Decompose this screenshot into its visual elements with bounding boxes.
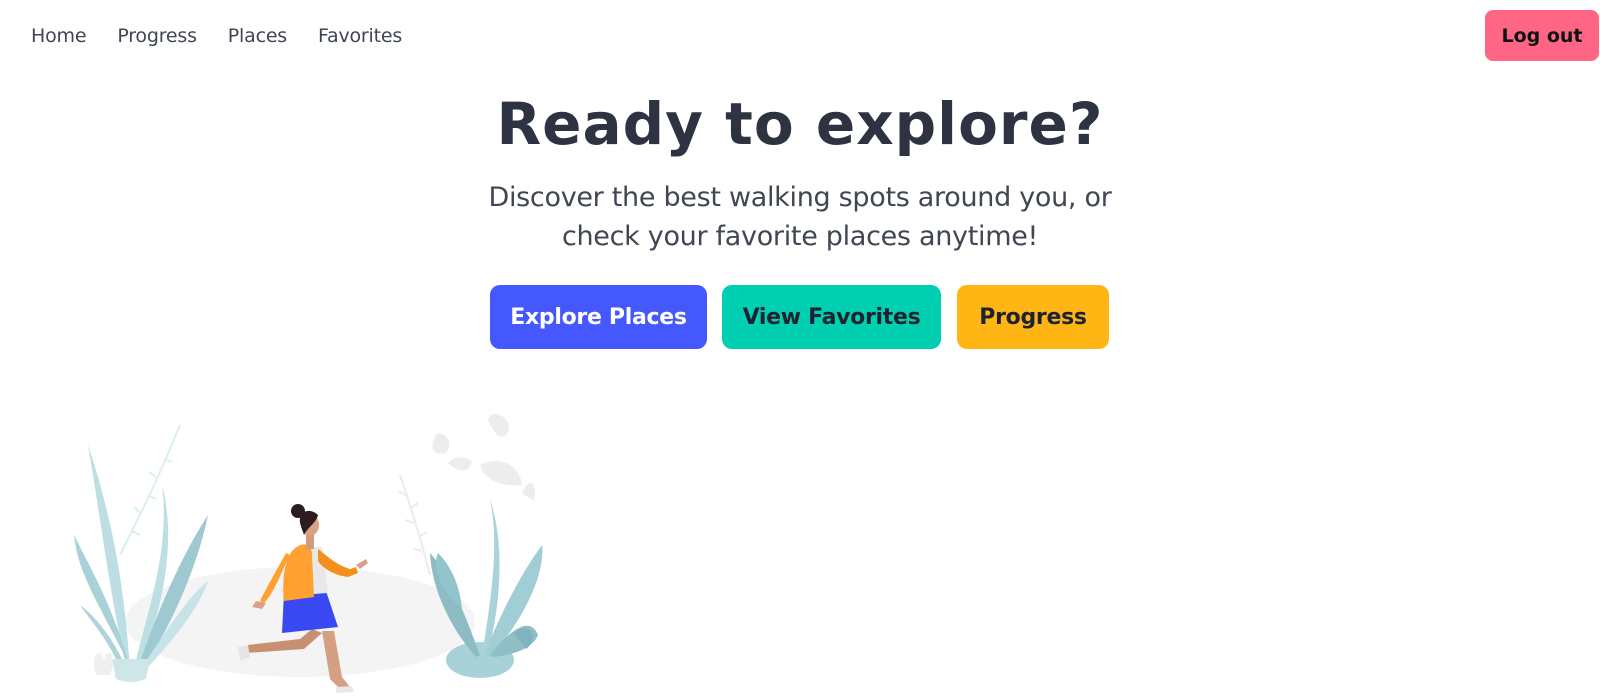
nav-link-places[interactable]: Places <box>228 22 287 50</box>
nav-link-favorites[interactable]: Favorites <box>318 22 402 50</box>
progress-button[interactable]: Progress <box>957 285 1109 349</box>
background-leaves <box>432 414 536 501</box>
nav-link-progress[interactable]: Progress <box>117 22 197 50</box>
top-nav: Home Progress Places Favorites Log out <box>0 0 1600 72</box>
view-favorites-button[interactable]: View Favorites <box>722 285 941 349</box>
left-branch <box>119 424 181 556</box>
logout-button[interactable]: Log out <box>1485 10 1599 61</box>
explore-places-button[interactable]: Explore Places <box>490 285 707 349</box>
home-page: Home Progress Places Favorites Log out R… <box>0 0 1600 700</box>
walking-woman-illustration <box>74 414 543 693</box>
nav-links: Home Progress Places Favorites <box>31 22 402 50</box>
small-plant <box>94 652 114 675</box>
hero-title: Ready to explore? <box>496 90 1104 158</box>
nav-link-home[interactable]: Home <box>31 22 87 50</box>
hero-subtitle: Discover the best walking spots around y… <box>488 182 1112 252</box>
background-branch <box>397 474 431 576</box>
